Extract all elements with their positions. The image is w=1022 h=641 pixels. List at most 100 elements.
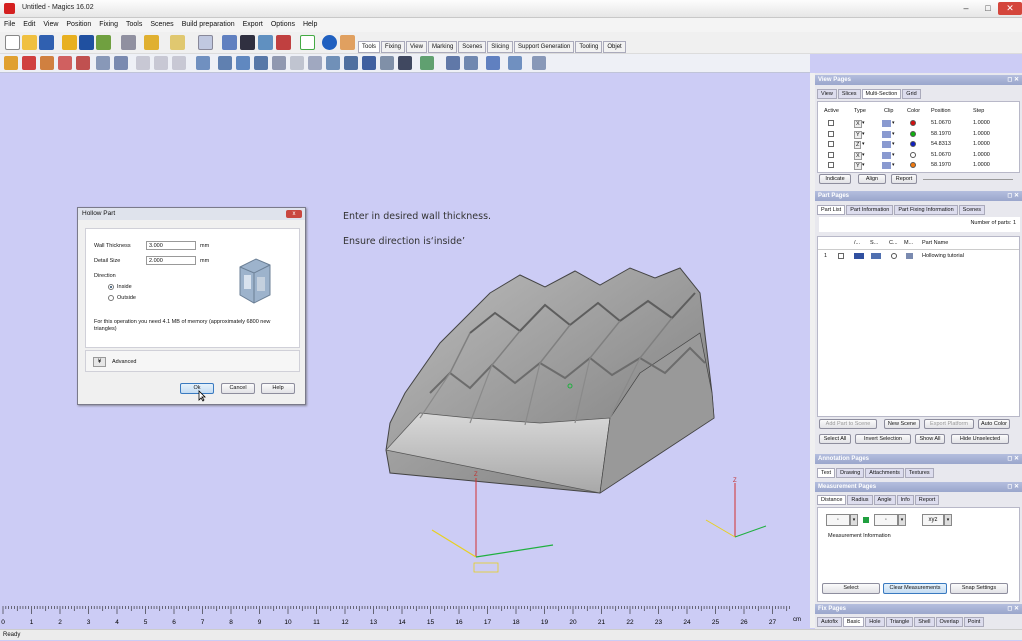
- tab-triangle[interactable]: Triangle: [885, 617, 914, 627]
- redo-icon[interactable]: [170, 35, 185, 50]
- help-icon[interactable]: [322, 35, 337, 50]
- tab-scenes[interactable]: Scenes: [458, 41, 487, 53]
- part-pages-header[interactable]: Part Pages ◻ ✕: [815, 191, 1022, 201]
- offset-icon[interactable]: [218, 56, 232, 70]
- chevron-down-icon[interactable]: ▾: [862, 131, 865, 137]
- nest-icon[interactable]: [532, 56, 546, 70]
- section-type[interactable]: Y: [854, 130, 862, 139]
- pin-icon[interactable]: ◻ ✕: [1007, 75, 1019, 85]
- measurement-pages-header[interactable]: Measurement Pages ◻ ✕: [815, 482, 1022, 492]
- zoom-icon[interactable]: [258, 35, 273, 50]
- menu-view[interactable]: View: [39, 18, 62, 32]
- chevron-down-icon[interactable]: ▾: [862, 152, 865, 158]
- section-color-swatch[interactable]: [910, 130, 916, 137]
- section-color-swatch[interactable]: [910, 162, 916, 168]
- part-shade-icon[interactable]: [871, 253, 881, 259]
- tab-slices[interactable]: Slices: [837, 89, 861, 99]
- cancel-button[interactable]: Cancel: [221, 383, 255, 394]
- tab-text[interactable]: Text: [817, 468, 836, 478]
- menu-options[interactable]: Options: [267, 18, 299, 32]
- menu-help[interactable]: Help: [299, 18, 321, 32]
- duplicate-icon[interactable]: [76, 56, 90, 70]
- active-checkbox[interactable]: [828, 141, 834, 147]
- section-type[interactable]: X: [854, 120, 862, 128]
- extrude-icon[interactable]: [254, 56, 268, 70]
- section-type[interactable]: Z: [854, 141, 862, 149]
- add-part-to-scene-button[interactable]: Add Part to Scene: [819, 419, 877, 429]
- close-button[interactable]: ✕: [998, 2, 1022, 15]
- triangle-reduction-icon[interactable]: [308, 56, 322, 70]
- tab-support-generation[interactable]: Support Generation: [513, 41, 575, 53]
- menu-export[interactable]: Export: [239, 18, 267, 32]
- select-part-icon[interactable]: [198, 35, 213, 50]
- tab-multi-section[interactable]: Multi-Section: [861, 89, 902, 99]
- outside-radio[interactable]: [108, 295, 114, 301]
- align-icon[interactable]: [420, 56, 434, 70]
- tab-objet[interactable]: Objet: [603, 41, 626, 53]
- export-part-icon[interactable]: [96, 35, 111, 50]
- tab-overlap[interactable]: Overlap: [935, 617, 963, 627]
- menu-build-preparation[interactable]: Build preparation: [178, 18, 239, 32]
- rotate-icon[interactable]: [22, 56, 36, 70]
- tab-autofix[interactable]: Autofix: [817, 617, 842, 627]
- clip-icon[interactable]: [882, 141, 891, 148]
- tab-distance[interactable]: Distance: [817, 495, 847, 505]
- chevron-down-icon[interactable]: ▾: [944, 514, 952, 526]
- section-position[interactable]: 54.8313: [931, 141, 951, 147]
- mirror-icon[interactable]: [58, 56, 72, 70]
- active-checkbox[interactable]: [828, 151, 834, 158]
- section-row[interactable]: X ▾ ▾ 51.0670 1.0000: [818, 119, 1018, 129]
- section-position[interactable]: 51.0670: [931, 152, 951, 158]
- section-icon[interactable]: [446, 56, 460, 70]
- section-step[interactable]: 1.0000: [973, 131, 990, 137]
- menu-edit[interactable]: Edit: [19, 18, 39, 32]
- maximize-button[interactable]: □: [976, 2, 1000, 15]
- chevron-down-icon[interactable]: ▾: [898, 514, 906, 526]
- zoom-window-icon[interactable]: [276, 35, 291, 50]
- tab-tooling[interactable]: Tooling: [575, 41, 603, 53]
- merge-icon[interactable]: [114, 56, 128, 70]
- tab-view[interactable]: View: [817, 89, 837, 99]
- chevron-down-icon[interactable]: ▾: [892, 141, 895, 147]
- translate-icon[interactable]: [4, 56, 18, 70]
- snap-settings-button[interactable]: Snap Settings: [950, 583, 1008, 594]
- section-row[interactable]: Y ▾ ▾ 58.1970 1.0000: [818, 161, 1018, 171]
- menu-tools[interactable]: Tools: [122, 18, 146, 32]
- support-icon[interactable]: [508, 56, 522, 70]
- smooth-icon[interactable]: [272, 56, 286, 70]
- section-color-swatch[interactable]: [910, 120, 916, 126]
- section-step[interactable]: 1.0000: [973, 120, 990, 126]
- tab-fixing[interactable]: Fixing: [381, 41, 406, 53]
- report-button[interactable]: Report: [891, 174, 917, 184]
- chevron-down-icon[interactable]: ▾: [892, 152, 895, 158]
- tab-info[interactable]: Info: [896, 495, 914, 505]
- import-part-icon[interactable]: [62, 35, 77, 50]
- rotate-view-icon[interactable]: [222, 35, 237, 50]
- clear-measurements-button[interactable]: Clear Measurements: [883, 583, 947, 594]
- section-row[interactable]: Z ▾ ▾ 54.8313 1.0000: [818, 140, 1018, 150]
- section-type[interactable]: X: [854, 151, 862, 160]
- clip-icon[interactable]: [882, 130, 891, 138]
- fix-pages-header[interactable]: Fix Pages ◻ ✕: [815, 604, 1022, 614]
- active-checkbox[interactable]: [828, 120, 834, 126]
- section-color-swatch[interactable]: [910, 151, 916, 158]
- undo-icon[interactable]: [144, 35, 159, 50]
- expand-advanced-icon[interactable]: ¥: [93, 357, 106, 367]
- clip-icon[interactable]: [882, 120, 891, 127]
- new-file-icon[interactable]: [5, 35, 20, 50]
- part-lock-icon[interactable]: [854, 253, 864, 259]
- tab-angle[interactable]: Angle: [873, 495, 896, 505]
- menu-scenes[interactable]: Scenes: [146, 18, 177, 32]
- active-checkbox[interactable]: [828, 162, 834, 168]
- show-all-button[interactable]: Show All: [915, 434, 945, 444]
- annotation-pages-header[interactable]: Annotation Pages ◻ ✕: [815, 454, 1022, 464]
- tab-scenes[interactable]: Scenes: [958, 205, 986, 215]
- section-row[interactable]: X ▾ ▾ 51.0670 1.0000: [818, 151, 1018, 161]
- hide-unselected-button[interactable]: Hide Unselected: [951, 434, 1009, 444]
- wall-thickness-input[interactable]: 3.000: [146, 241, 196, 250]
- pan-icon[interactable]: [240, 35, 255, 50]
- section-position[interactable]: 58.1970: [931, 131, 951, 137]
- chevron-down-icon[interactable]: ▾: [850, 514, 858, 526]
- tab-hole[interactable]: Hole: [865, 617, 885, 627]
- clip-icon[interactable]: [882, 151, 891, 159]
